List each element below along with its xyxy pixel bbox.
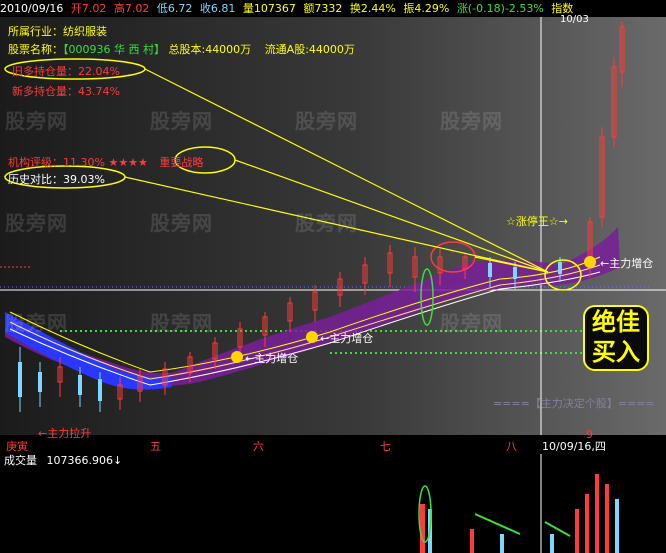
watermark: 股旁网 (440, 311, 503, 335)
volume-value: 107366.906↓ (46, 454, 123, 467)
main-increase-label-2: ←主力增仓 (320, 332, 374, 345)
industry-row: 所属行业：纺织服装 (8, 23, 107, 39)
best-buy-line2: 买入 (592, 338, 640, 366)
watermark: 股旁网 (150, 109, 213, 133)
history-compare: 历史对比：39.03% (8, 173, 105, 186)
main-increase-label-3: ←主力增仓 (600, 257, 654, 270)
axis-label-5: 八 (506, 440, 517, 453)
quote-date: 2010/09/16 (0, 2, 64, 15)
quote-amplitude: 振4.29% (403, 2, 450, 15)
quote-volume: 量107367 (242, 2, 296, 15)
main-increase-label-1: ←主力增仓 (245, 352, 299, 365)
watermark: 股旁网 (295, 211, 358, 235)
stock-name-label: 股票名称： (8, 43, 63, 56)
axis-label-4: 七 (380, 440, 391, 453)
volume-chart (418, 454, 619, 553)
kline-panel[interactable]: 所属行业：纺织服装 股票名称：【000936 华 西 村】 总股本:44000万… (0, 14, 666, 440)
limit-up-king-label: ☆涨停王☆→ (506, 215, 568, 228)
watermark: 股旁网 (5, 311, 68, 335)
axis-label-6: 9 (586, 428, 593, 441)
best-buy-callout: 绝佳 买入 (583, 305, 649, 371)
quote-high: 高7.02 (113, 2, 150, 15)
watermark: 股旁网 (150, 211, 213, 235)
axis-label-2: 五 (150, 440, 161, 453)
rating-value: 机构评级：11.30% (8, 156, 105, 169)
industry-label: 所属行业： (8, 25, 63, 38)
watermark: 股旁网 (5, 109, 68, 133)
quote-amount: 额7332 (303, 2, 343, 15)
quote-open: 开7.02 (70, 2, 107, 15)
watermark: 股旁网 (295, 109, 358, 133)
total-shares: 总股本:44000万 (168, 43, 252, 56)
volume-label: 成交量 (4, 454, 37, 467)
volume-panel[interactable]: 成交量 107366.906↓ (0, 454, 666, 553)
stock-info-row: 股票名称：【000936 华 西 村】 总股本:44000万 流通A股:4400… (8, 41, 355, 57)
crosshair-axis-label: 10/09/16,四 (542, 438, 606, 454)
quote-close: 收6.81 (199, 2, 236, 15)
best-buy-line1: 绝佳 (592, 308, 640, 336)
rating-stars: ★★★★ (108, 156, 148, 169)
volume-readout: 成交量 107366.906↓ (4, 452, 122, 468)
new-holding: 新多持仓量：43.74% (12, 85, 120, 98)
quote-change: 涨(-0.18)-2.53% (456, 2, 544, 15)
float-shares: 流通A股:44000万 (264, 43, 355, 56)
watermark: 股旁网 (440, 109, 503, 133)
time-axis: 庚寅 五 六 七 八 10/09/16,四 9 (0, 428, 666, 454)
old-holding: 旧多持仓量：22.04% (12, 65, 120, 78)
quote-low: 低6.72 (156, 2, 193, 15)
stock-code[interactable]: 【000936 华 西 村】 (63, 43, 165, 56)
rating-row: 机构评级：11.30% ★★★★ 重要战略 (8, 154, 203, 170)
decide-stock-label: ====【主力决定个股】==== (493, 397, 655, 410)
axis-label-3: 六 (253, 440, 264, 453)
watermark: 股旁网 (150, 311, 213, 335)
rating-tag: 重要战略 (159, 156, 204, 169)
quote-turnover: 换2.44% (349, 2, 396, 15)
crosshair-date: 10/03 (560, 14, 589, 25)
industry-value: 纺织服装 (63, 25, 107, 38)
watermark: 股旁网 (5, 211, 68, 235)
